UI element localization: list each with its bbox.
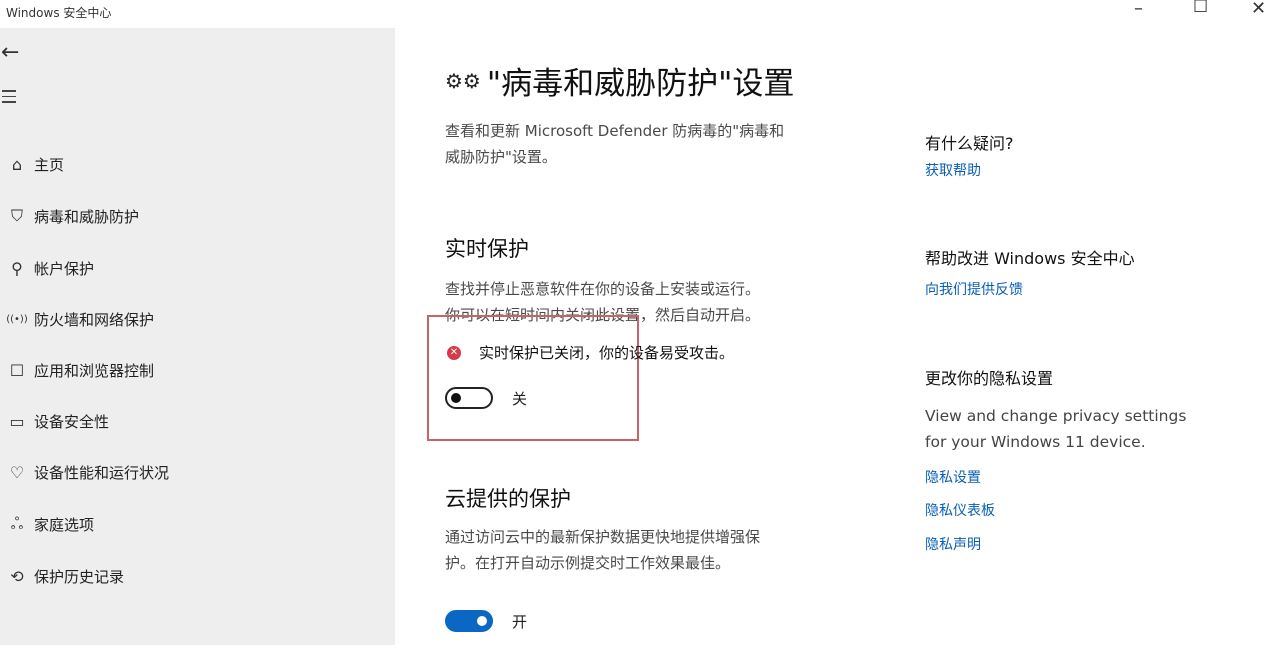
wifi-icon: ((•)) (6, 313, 28, 325)
sidebar-item-device-security[interactable]: ▭ 设备安全性 (0, 405, 395, 437)
title-bar: Windows 安全中心 – ☐ ✕ (0, 0, 1266, 28)
back-arrow-icon[interactable]: ← (1, 40, 19, 65)
realtime-protection-heading: 实时保护 (445, 237, 529, 261)
window-title: Windows 安全中心 (6, 6, 112, 20)
sidebar-item-label: 病毒和威胁防护 (34, 207, 140, 226)
sidebar-item-app-browser[interactable]: ☐ 应用和浏览器控制 (0, 354, 395, 386)
sidebar-item-virus-protection[interactable]: ⛉ 病毒和威胁防护 (0, 200, 395, 232)
hamburger-menu-icon[interactable] (2, 90, 16, 107)
sidebar-item-label: 防火墙和网络保护 (34, 310, 155, 329)
maximize-button[interactable]: ☐ (1193, 0, 1208, 17)
cloud-toggle-label: 开 (512, 613, 528, 631)
realtime-alert: ✕ 实时保护已关闭，你的设备易受攻击。 (447, 342, 734, 363)
realtime-alert-text: 实时保护已关闭，你的设备易受攻击。 (479, 344, 735, 362)
error-icon: ✕ (447, 345, 461, 360)
sidebar: ← ⌂ 主页 ⛉ 病毒和威胁防护 ⚲ 帐户保护 ((•)) 防火墙和网络保护 ☐… (0, 28, 395, 645)
page-description-line2: 威胁防护"设置。 (445, 148, 557, 166)
laptop-icon: ▭ (9, 411, 25, 431)
page-description-line1: 查看和更新 Microsoft Defender 防病毒的"病毒和 (445, 122, 785, 140)
app-window-icon: ☐ (9, 360, 25, 380)
minimize-button[interactable]: – (1134, 0, 1143, 19)
cloud-protection-toggle[interactable] (445, 610, 493, 632)
sidebar-item-label: 主页 (34, 155, 65, 174)
privacy-description-line2: for your Windows 11 device. (925, 433, 1146, 451)
sidebar-item-label: 应用和浏览器控制 (34, 361, 155, 380)
sidebar-item-label: 家庭选项 (34, 515, 95, 534)
history-icon: ⟲ (10, 566, 24, 586)
sidebar-item-protection-history[interactable]: ⟲ 保护历史记录 (0, 560, 395, 592)
sidebar-item-label: 保护历史记录 (34, 567, 125, 586)
realtime-protection-toggle[interactable] (445, 387, 493, 409)
cloud-description-line1: 通过访问云中的最新保护数据更快地提供增强保 (445, 528, 761, 546)
feedback-link[interactable]: 向我们提供反馈 (925, 279, 1023, 299)
sidebar-item-label: 设备性能和运行状况 (34, 463, 170, 482)
privacy-settings-link[interactable]: 隐私设置 (925, 467, 981, 487)
page-title: ⚙⚙ "病毒和威胁防护"设置 (445, 58, 794, 103)
cloud-description-line2: 护。在打开自动示例提交时工作效果最佳。 (445, 554, 731, 572)
person-icon: ⚲ (11, 258, 23, 278)
close-button[interactable]: ✕ (1251, 0, 1266, 19)
heart-icon: ♡ (9, 462, 25, 482)
cloud-protection-heading: 云提供的保护 (445, 487, 571, 511)
privacy-description-line1: View and change privacy settings (925, 407, 1187, 425)
sidebar-item-label: 设备安全性 (34, 412, 110, 431)
sidebar-item-label: 帐户保护 (34, 259, 95, 278)
realtime-toggle-label: 关 (512, 390, 528, 408)
page-description: 查看和更新 Microsoft Defender 防病毒的"病毒和 威胁防护"设… (445, 118, 784, 170)
shield-icon: ⛉ (10, 206, 23, 225)
sidebar-item-device-performance[interactable]: ♡ 设备性能和运行状况 (0, 456, 395, 488)
privacy-statement-link[interactable]: 隐私声明 (925, 534, 981, 554)
get-help-link[interactable]: 获取帮助 (925, 160, 981, 180)
family-icon: ஃ (10, 513, 24, 533)
improve-heading: 帮助改进 Windows 安全中心 (925, 249, 1135, 268)
sidebar-item-firewall[interactable]: ((•)) 防火墙和网络保护 (0, 303, 395, 335)
cloud-protection-description: 通过访问云中的最新保护数据更快地提供增强保 护。在打开自动示例提交时工作效果最佳… (445, 524, 760, 576)
page-title-text: "病毒和威胁防护"设置 (486, 66, 795, 102)
privacy-description: View and change privacy settings for you… (925, 403, 1235, 455)
sidebar-item-family-options[interactable]: ஃ 家庭选项 (0, 508, 395, 540)
privacy-heading: 更改你的隐私设置 (925, 369, 1054, 388)
questions-heading: 有什么疑问? (925, 134, 1014, 153)
highlight-box (427, 315, 639, 441)
sidebar-item-account-protection[interactable]: ⚲ 帐户保护 (0, 252, 395, 284)
sidebar-item-home[interactable]: ⌂ 主页 (0, 148, 395, 180)
home-icon: ⌂ (11, 154, 23, 174)
realtime-description-line1: 查找并停止恶意软件在你的设备上安装或运行。 (445, 280, 761, 298)
privacy-dashboard-link[interactable]: 隐私仪表板 (925, 500, 995, 520)
gear-icon: ⚙⚙ (445, 68, 481, 93)
